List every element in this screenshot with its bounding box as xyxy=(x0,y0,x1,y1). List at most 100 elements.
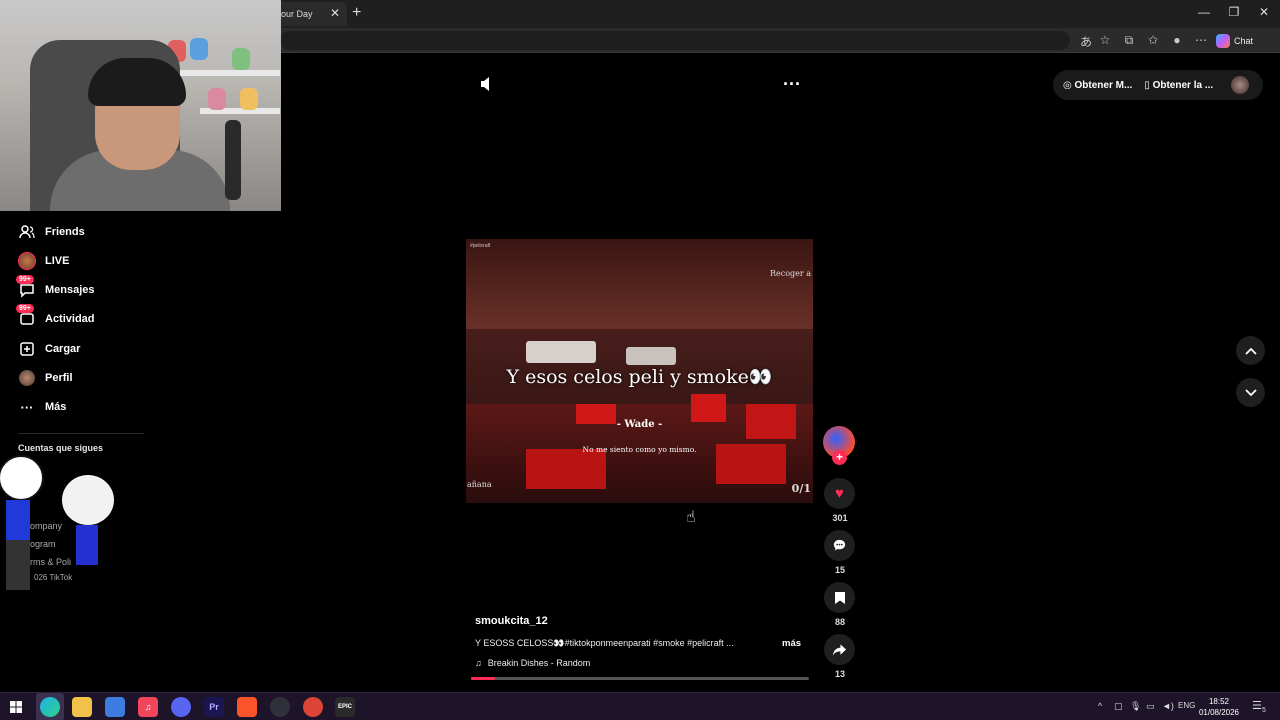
save-button[interactable] xyxy=(824,582,855,613)
tray-app-icon[interactable]: ▢ xyxy=(1114,701,1123,712)
sticker-character-legs xyxy=(6,540,30,590)
tray-overflow-icon[interactable]: ^ xyxy=(1098,701,1102,711)
browser-menu-icon[interactable]: ⋯ xyxy=(1193,33,1209,47)
previous-video-button[interactable] xyxy=(1236,336,1265,365)
new-tab-button[interactable]: + xyxy=(352,4,361,22)
premiere-taskbar-icon[interactable]: Pr xyxy=(204,697,224,717)
following-section-label: Cuentas que sigues xyxy=(18,443,104,453)
file-explorer-taskbar-icon[interactable] xyxy=(72,697,92,717)
profile-icon xyxy=(18,369,36,387)
start-button[interactable] xyxy=(6,697,26,717)
video-progress-fill xyxy=(471,677,495,680)
profile-avatar-icon[interactable]: ● xyxy=(1169,33,1185,47)
music-info[interactable]: ♫ Breakin Dishes - Random xyxy=(475,658,590,668)
sidebar-item-mas[interactable]: ··· Más xyxy=(18,397,67,417)
video-progress-bar[interactable] xyxy=(471,677,809,680)
figure-toy xyxy=(240,88,258,110)
video-object xyxy=(526,341,596,363)
notification-center-icon[interactable]: ☰ xyxy=(1252,699,1262,712)
figure-toy xyxy=(190,38,208,60)
translate-icon[interactable]: あ xyxy=(1078,33,1094,50)
description-more-button[interactable]: más xyxy=(782,638,801,649)
store-taskbar-icon[interactable] xyxy=(105,697,125,717)
microphone xyxy=(225,120,241,200)
notification-count: 5 xyxy=(1262,707,1266,714)
video-player[interactable]: #pelicraft Recoger a Y esos celos peli y… xyxy=(466,239,813,503)
music-note-icon: ♫ xyxy=(475,658,482,668)
comment-button[interactable] xyxy=(824,530,855,561)
music-taskbar-icon[interactable]: ♫ xyxy=(138,697,158,717)
restore-button[interactable]: ❐ xyxy=(1224,5,1244,19)
discord-taskbar-icon[interactable] xyxy=(171,697,191,717)
sidebar-item-cargar[interactable]: Cargar xyxy=(18,339,80,359)
close-window-button[interactable]: ✕ xyxy=(1254,5,1274,19)
messages-badge: 99+ xyxy=(16,275,34,284)
favorite-star-icon[interactable]: ☆ xyxy=(1097,33,1113,47)
upload-icon xyxy=(18,340,36,358)
sidebar-item-label: Mensajes xyxy=(45,284,95,296)
sidebar-item-label: Friends xyxy=(45,226,85,238)
clock-date: 01/08/2026 xyxy=(1198,708,1240,717)
sidebar-item-label: Cargar xyxy=(45,343,81,355)
more-icon: ··· xyxy=(20,399,34,415)
favorites-icon[interactable]: ✩ xyxy=(1145,33,1161,47)
get-app-button[interactable]: ▯ Obtener la ... xyxy=(1144,80,1213,91)
video-author-username[interactable]: smoukcita_12 xyxy=(475,615,548,627)
webcam-overlay xyxy=(0,0,281,211)
sidebar-item-perfil[interactable]: Perfil xyxy=(18,368,73,388)
language-indicator[interactable]: ENG xyxy=(1178,701,1195,710)
sidebar-item-actividad[interactable]: 99+ Actividad xyxy=(16,304,95,329)
get-coins-button[interactable]: ◎ Obtener M... xyxy=(1063,80,1132,91)
footer-link-program[interactable]: ogram xyxy=(30,539,56,549)
volume-tray-icon[interactable]: ◄) xyxy=(1162,701,1174,711)
sidebar-item-friends[interactable]: Friends xyxy=(18,222,85,242)
video-description: Y ESOSS CELOSS👀#tiktokponmeenparati #smo… xyxy=(475,638,734,648)
comment-count: 15 xyxy=(834,565,845,575)
like-button[interactable]: ♥ xyxy=(824,478,855,509)
chrome-taskbar-icon[interactable] xyxy=(303,697,323,717)
copilot-chat-button[interactable]: Chat xyxy=(1216,32,1253,49)
obs-taskbar-icon[interactable] xyxy=(270,697,290,717)
user-avatar[interactable] xyxy=(1231,76,1249,94)
address-bar[interactable] xyxy=(280,31,1070,50)
share-count: 13 xyxy=(834,669,845,679)
live-icon xyxy=(18,252,36,270)
share-icon xyxy=(832,643,847,656)
share-button[interactable] xyxy=(824,634,855,665)
epic-games-taskbar-icon[interactable]: EPIC xyxy=(335,697,355,717)
footer-link-terms[interactable]: rms & Poli xyxy=(30,557,71,567)
microphone-icon[interactable]: 🎙 xyxy=(1130,701,1141,712)
sidebar-item-live[interactable]: LIVE xyxy=(18,251,69,271)
sticker-character-body xyxy=(6,500,30,540)
get-app-pill: ◎ Obtener M... ▯ Obtener la ... xyxy=(1053,70,1263,100)
get-coins-label: Obtener M... xyxy=(1074,79,1133,91)
tab-close-button[interactable]: ✕ xyxy=(330,6,340,20)
windows-logo-icon xyxy=(10,701,22,713)
chevron-up-icon xyxy=(1244,347,1257,355)
more-options-icon[interactable]: ··· xyxy=(783,74,801,95)
video-caption: Y esos celos peli y smoke👀 xyxy=(506,366,773,388)
network-icon[interactable]: ▭ xyxy=(1146,701,1155,712)
figure-toy xyxy=(208,88,226,110)
save-count: 88 xyxy=(834,617,845,627)
footer-link-company[interactable]: ompany xyxy=(30,521,62,531)
minimize-button[interactable]: — xyxy=(1194,5,1214,19)
video-watermark: #pelicraft xyxy=(470,243,491,249)
footer-copyright: 026 TikTok xyxy=(34,573,73,582)
volume-icon[interactable] xyxy=(480,76,494,97)
sticker-character-face xyxy=(62,475,114,525)
taskbar-clock[interactable]: 18:52 01/08/2026 xyxy=(1197,696,1241,718)
activity-icon: 99+ xyxy=(16,304,36,328)
brave-taskbar-icon[interactable] xyxy=(237,697,257,717)
sidebar-item-label: Más xyxy=(45,401,67,413)
extensions-icon[interactable]: ⧉ xyxy=(1121,33,1137,48)
music-title: Breakin Dishes - Random xyxy=(487,658,591,668)
edge-taskbar-icon[interactable] xyxy=(40,697,60,717)
video-hud-bottom-text: añana xyxy=(467,480,492,489)
next-video-button[interactable] xyxy=(1236,378,1265,407)
bookmark-icon xyxy=(834,591,845,604)
red-block xyxy=(526,449,606,489)
sidebar-item-mensajes[interactable]: 99+ Mensajes xyxy=(16,275,95,300)
streamer-hair xyxy=(88,58,186,106)
follow-button[interactable]: + xyxy=(832,450,847,465)
